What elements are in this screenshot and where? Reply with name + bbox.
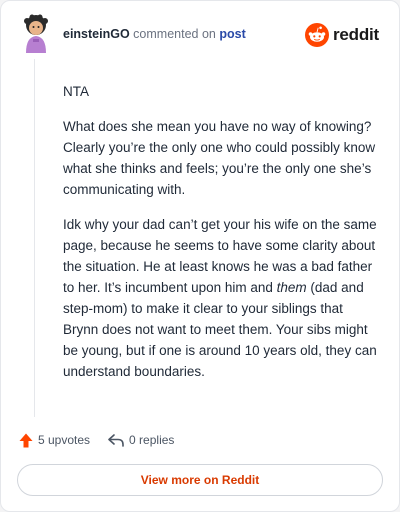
post-link[interactable]: post: [219, 27, 245, 41]
reply-count: 0 replies: [129, 433, 175, 447]
view-more-on-reddit-button[interactable]: View more on Reddit: [17, 464, 383, 496]
comment-actions: 5 upvotes 0 replies: [19, 431, 381, 449]
comment-header: einsteinGO commented on post reddit: [15, 13, 385, 57]
comment-card: einsteinGO commented on post reddit NTA …: [0, 0, 400, 512]
comment-paragraph: What does she mean you have no way of kn…: [63, 119, 376, 197]
comment-paragraph: Idk why your dad can’t get your his wife…: [63, 214, 379, 382]
comment-paragraph: NTA: [63, 84, 89, 99]
upvote-button[interactable]: 5 upvotes: [19, 433, 90, 448]
reddit-snoo-icon: [304, 23, 329, 47]
comment-body: NTA What does she mean you have no way o…: [63, 81, 379, 396]
user-avatar[interactable]: [19, 13, 53, 53]
reddit-logo[interactable]: reddit: [304, 23, 379, 47]
comment-meta: einsteinGO commented on post: [63, 27, 246, 41]
reply-button[interactable]: 0 replies: [108, 433, 174, 447]
upvote-count: 5 upvotes: [38, 433, 91, 447]
reply-arrow-icon: [108, 433, 124, 447]
commented-on-text: commented on: [133, 27, 216, 41]
thread-line: [34, 59, 35, 417]
username-link[interactable]: einsteinGO: [63, 27, 130, 41]
upvote-arrow-icon: [19, 433, 33, 447]
comment-emphasis: them: [276, 280, 307, 295]
reddit-wordmark: reddit: [332, 25, 379, 44]
